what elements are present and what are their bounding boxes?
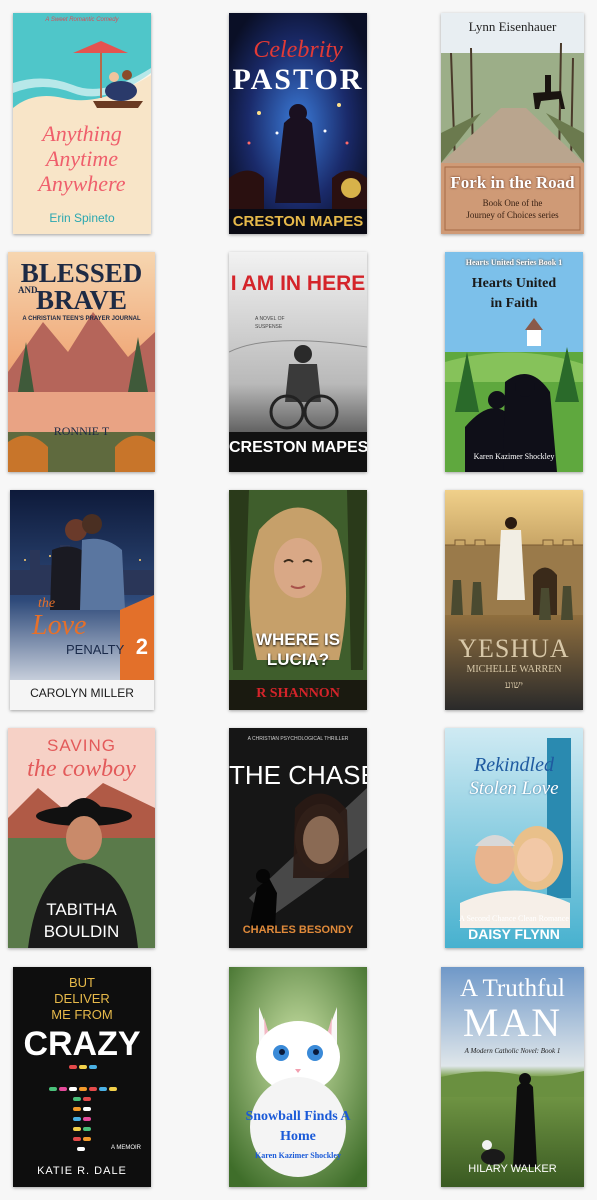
jersey-number: 2 <box>135 634 148 659</box>
book-cover-the-love-penalty[interactable]: the Love PENALTY 2 CAROLYN MILLER <box>10 490 154 710</box>
book-cover-saving-the-cowboy[interactable]: SAVING the cowboy TABITHA BOULDIN <box>8 728 155 948</box>
book-title-line: Celebrity <box>253 37 343 63</box>
book-title-line: PASTOR <box>232 63 364 96</box>
book-title-line: BRAVE <box>35 285 128 315</box>
book-subtitle-line: Journey of Choices series <box>466 210 559 220</box>
book-title-line: the cowboy <box>27 756 136 782</box>
book-title-line: Rekindled <box>474 754 554 776</box>
book-subtitle-line: Book One of the <box>482 198 543 208</box>
book-author-line: TABITHA <box>46 900 117 919</box>
book-cover-where-is-lucia[interactable]: WHERE IS LUCIA? R SHANNON <box>229 490 367 710</box>
book-cover-blessed-and-brave[interactable]: BLESSED AND BRAVE A CHRISTIAN TEEN'S PRA… <box>8 252 155 472</box>
book-series: Hearts United Series Book 1 <box>465 258 563 267</box>
book-genre: A CHRISTIAN PSYCHOLOGICAL THRILLER <box>247 736 349 742</box>
book-tagline: A Sweet Romantic Comedy <box>45 17 119 23</box>
book-subtitle: A CHRISTIAN TEEN'S PRAYER JOURNAL <box>22 316 141 322</box>
book-title-line: LUCIA? <box>266 650 330 669</box>
book-title-line: in Faith <box>490 296 538 311</box>
book-title-line: Home <box>280 1129 316 1144</box>
book-author: MICHELLE WARREN <box>466 664 562 675</box>
book-cover-celebrity-pastor[interactable]: Celebrity PASTOR CRESTON MAPES <box>229 13 367 234</box>
book-author: Erin Spineto <box>49 211 115 225</box>
book-cover-yeshua[interactable]: YESHUA MICHELLE WARREN ישוע <box>445 490 583 710</box>
book-cover-but-deliver-me-from-crazy[interactable]: BUT DELIVER ME FROM CRAZY A MEMOIR KATIE… <box>13 967 151 1187</box>
book-title: THE CHASE <box>229 760 367 790</box>
book-subtitle: A Second Chance Clean Romance <box>459 914 569 923</box>
book-cover-a-truthful-man[interactable]: A Truthful MAN A Modern Catholic Novel: … <box>441 967 584 1187</box>
book-title-line: ME FROM <box>51 1007 113 1022</box>
book-title-line: CRAZY <box>23 1025 141 1063</box>
book-title-line: WHERE IS <box>255 630 341 649</box>
jerusalem-gate-illustration <box>445 490 583 710</box>
book-cover-hearts-united-in-faith[interactable]: Hearts United Series Book 1 Hearts Unite… <box>445 252 583 472</box>
book-author: CHARLES BESONDY <box>242 924 354 936</box>
hebrew-text: ישוע <box>505 680 523 691</box>
book-subtitle-line: A NOVEL OF <box>255 316 285 322</box>
book-author: CAROLYN MILLER <box>30 686 134 700</box>
book-author: RONNIE T <box>53 424 110 438</box>
book-cover-the-chase[interactable]: A CHRISTIAN PSYCHOLOGICAL THRILLER THE C… <box>229 728 367 948</box>
book-subtitle: A Modern Catholic Novel: Book 1 <box>464 1047 561 1055</box>
book-author: Karen Kazimer Shockley <box>255 1151 341 1160</box>
portrait-illustration <box>229 490 367 710</box>
book-title-line: Anything <box>42 121 122 146</box>
book-cover-rekindled-stolen-love[interactable]: Rekindled Stolen Love A Second Chance Cl… <box>445 728 583 948</box>
book-cover-anything-anytime-anywhere[interactable]: A Sweet Romantic Comedy Anything Anytime… <box>13 13 151 234</box>
book-author: R SHANNON <box>256 686 340 701</box>
book-title-line: Stolen Love <box>469 778 559 799</box>
book-subtitle-line: SUSPENSE <box>255 324 283 330</box>
book-author: CRESTON MAPES <box>229 439 367 456</box>
book-title: Fork in the Road <box>450 173 575 192</box>
book-title-line: Hearts United <box>471 276 557 291</box>
book-author: CRESTON MAPES <box>232 213 364 230</box>
book-title-line: DELIVER <box>54 991 110 1006</box>
book-title-line: Anytime <box>45 146 119 171</box>
book-title-line: SAVING <box>47 736 116 755</box>
book-cover-i-am-in-here[interactable]: I AM IN HERE A NOVEL OF SUSPENSE CRESTON… <box>229 252 367 472</box>
book-cover-fork-in-the-road[interactable]: Lynn Eisenhauer Fork in the Road Book On… <box>441 13 584 234</box>
book-author: Lynn Eisenhauer <box>468 19 557 34</box>
book-author: HILARY WALKER <box>468 1163 557 1175</box>
book-author: DAISY FLYNN <box>468 926 560 942</box>
book-title: YESHUA <box>458 634 570 663</box>
book-title-line: BUT <box>69 975 95 990</box>
book-author: KATIE R. DALE <box>37 1165 127 1177</box>
book-title-line: Anywhere <box>38 171 126 196</box>
book-author: Karen Kazimer Shockley <box>473 452 555 461</box>
book-title-line: MAN <box>462 1000 563 1045</box>
book-cover-snowball-finds-a-home[interactable]: Snowball Finds A Home Karen Kazimer Shoc… <box>229 967 367 1187</box>
book-title: I AM IN HERE <box>230 272 366 295</box>
book-title-line: Snowball Finds A <box>245 1109 351 1124</box>
book-author-line: BOULDIN <box>43 922 120 941</box>
book-memoir-label: A MEMOIR <box>110 1145 141 1151</box>
